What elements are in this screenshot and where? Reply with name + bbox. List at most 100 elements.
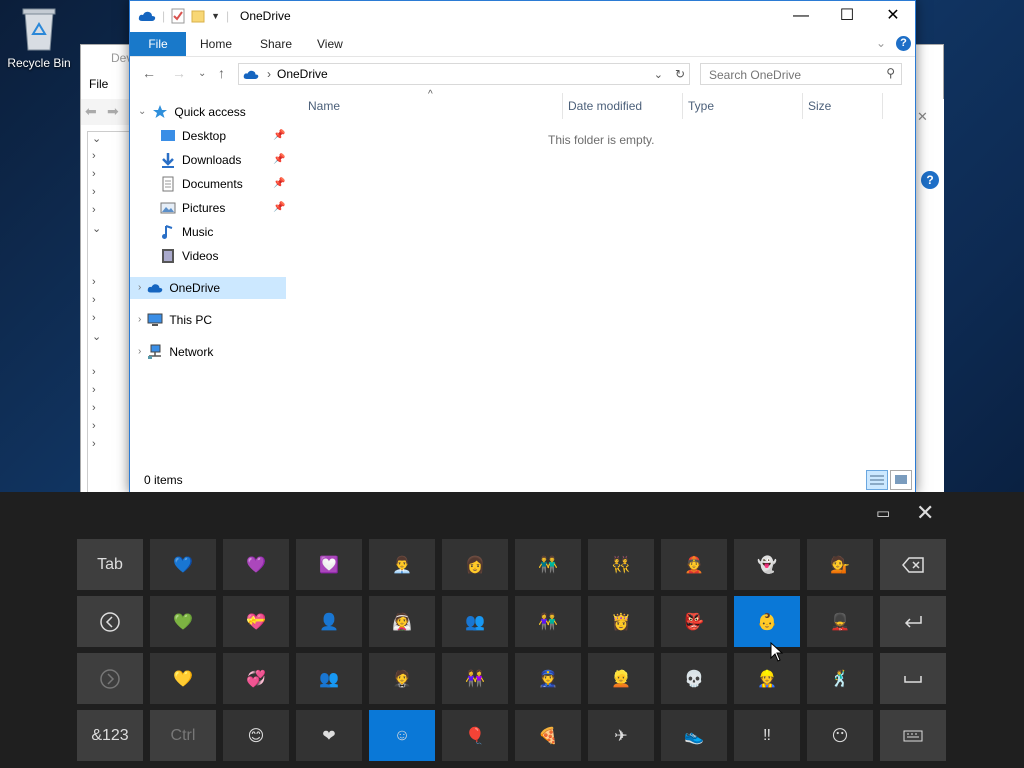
back-button[interactable]: ← bbox=[142, 65, 156, 81]
emoji-key[interactable]: 👰 bbox=[369, 596, 435, 647]
search-icon[interactable]: ⚲ bbox=[886, 66, 895, 80]
emoji-key[interactable]: 👷 bbox=[734, 653, 800, 704]
emoji-key[interactable]: 💙 bbox=[150, 539, 216, 590]
emoji-key[interactable]: 👯 bbox=[588, 539, 654, 590]
emoji-key[interactable]: 💂 bbox=[807, 596, 873, 647]
expand-ribbon-icon[interactable]: ⌄ bbox=[876, 36, 886, 50]
tab-home[interactable]: Home bbox=[200, 32, 232, 56]
column-size[interactable]: Size bbox=[808, 95, 831, 117]
customize-quick-access-icon[interactable]: ▼ bbox=[211, 11, 220, 21]
forward-arrow-icon[interactable]: ➡ bbox=[107, 103, 119, 120]
column-date-modified[interactable]: Date modified bbox=[568, 95, 642, 117]
recycle-bin-shortcut[interactable]: Recycle Bin bbox=[6, 6, 72, 70]
emoji-key[interactable]: 👱 bbox=[588, 653, 654, 704]
backspace-key[interactable] bbox=[880, 539, 946, 590]
emoji-key[interactable]: 👫 bbox=[515, 596, 581, 647]
emoji-key[interactable]: 👥 bbox=[296, 653, 362, 704]
tree-expand-icon[interactable]: › bbox=[88, 294, 132, 312]
tree-expand-icon[interactable]: › bbox=[88, 186, 132, 204]
emoji-key[interactable]: 💞 bbox=[223, 653, 289, 704]
emoji-category-smileys[interactable]: 😊 bbox=[223, 710, 289, 761]
nav-onedrive[interactable]: › OneDrive bbox=[130, 277, 286, 299]
keyboard-layout-key[interactable] bbox=[880, 710, 946, 761]
pin-icon[interactable]: 📌 bbox=[273, 154, 285, 165]
ctrl-key[interactable]: Ctrl bbox=[150, 710, 216, 761]
tree-expand-icon[interactable]: › bbox=[88, 168, 132, 186]
nav-this-pc[interactable]: › This PC bbox=[130, 309, 286, 331]
forward-button[interactable]: → bbox=[172, 65, 186, 81]
expand-icon[interactable]: › bbox=[138, 309, 141, 331]
breadcrumb-onedrive[interactable]: OneDrive bbox=[277, 67, 328, 81]
emoji-key[interactable]: 👮 bbox=[515, 653, 581, 704]
nav-music[interactable]: Music bbox=[160, 221, 213, 243]
new-folder-icon[interactable] bbox=[191, 9, 205, 23]
tree-expand-icon[interactable]: › bbox=[88, 150, 132, 168]
nav-videos[interactable]: Videos bbox=[160, 245, 218, 267]
pin-icon[interactable]: 📌 bbox=[273, 130, 285, 141]
close-button[interactable]: ✕ bbox=[870, 1, 916, 31]
minimize-button[interactable]: — bbox=[778, 1, 824, 31]
emoji-key[interactable]: 💚 bbox=[150, 596, 216, 647]
emoji-key[interactable]: 👺 bbox=[661, 596, 727, 647]
tree-expand-icon[interactable]: ⌄ bbox=[88, 330, 132, 348]
refresh-icon[interactable]: ↻ bbox=[675, 67, 685, 81]
search-input[interactable] bbox=[707, 67, 871, 83]
tree-expand-icon[interactable]: › bbox=[88, 276, 132, 294]
emoji-key[interactable]: 👤 bbox=[296, 596, 362, 647]
emoji-key[interactable]: 👭 bbox=[442, 653, 508, 704]
nav-documents[interactable]: Documents bbox=[160, 173, 243, 195]
emoji-category-travel[interactable]: ✈ bbox=[588, 710, 654, 761]
pin-icon[interactable]: 📌 bbox=[273, 202, 285, 213]
help-icon[interactable]: ? bbox=[921, 171, 939, 189]
tree-expand-icon[interactable]: ⌄ bbox=[88, 132, 132, 150]
title-bar[interactable]: | ▼ | OneDrive — ☐ ✕ bbox=[130, 1, 915, 31]
tree-expand-icon[interactable]: › bbox=[88, 384, 132, 402]
details-view-button[interactable] bbox=[866, 470, 888, 490]
pin-icon[interactable]: 📌 bbox=[273, 178, 285, 189]
up-button[interactable]: ↑ bbox=[218, 65, 225, 81]
space-key[interactable] bbox=[880, 653, 946, 704]
emoji-key[interactable]: 👩 bbox=[442, 539, 508, 590]
tab-file[interactable]: File bbox=[130, 32, 186, 56]
back-arrow-icon[interactable]: ⬅ bbox=[85, 103, 97, 120]
nav-network[interactable]: › Network bbox=[130, 341, 286, 363]
tab-key[interactable]: Tab bbox=[77, 539, 143, 590]
expand-icon[interactable]: › bbox=[138, 277, 141, 299]
emoji-key[interactable]: 💛 bbox=[150, 653, 216, 704]
breadcrumb-separator-icon[interactable]: › bbox=[267, 67, 271, 81]
search-box[interactable]: ⚲ bbox=[700, 63, 902, 85]
emoji-key[interactable]: 👥 bbox=[442, 596, 508, 647]
emoji-category-emoticons[interactable]: 😶 bbox=[807, 710, 873, 761]
emoji-category-symbols[interactable]: ‼ bbox=[734, 710, 800, 761]
symbols-key[interactable]: &123 bbox=[77, 710, 143, 761]
tab-share[interactable]: Share bbox=[260, 32, 292, 56]
emoji-key[interactable]: 💝 bbox=[223, 596, 289, 647]
column-type[interactable]: Type bbox=[688, 95, 714, 117]
tree-expand-icon[interactable]: › bbox=[88, 204, 132, 222]
nav-downloads[interactable]: Downloads bbox=[160, 149, 241, 171]
emoji-category-celebration[interactable]: 🎈 bbox=[442, 710, 508, 761]
tree-expand-icon[interactable]: › bbox=[88, 402, 132, 420]
tree-expand-icon[interactable]: ⌄ bbox=[88, 222, 132, 240]
emoji-key[interactable]: 💁 bbox=[807, 539, 873, 590]
maximize-button[interactable]: ☐ bbox=[824, 1, 870, 31]
recent-locations-button[interactable]: ⌄ bbox=[198, 68, 206, 79]
address-dropdown-icon[interactable]: ⌄ bbox=[654, 68, 663, 81]
nav-desktop[interactable]: Desktop bbox=[160, 125, 226, 147]
enter-key[interactable] bbox=[880, 596, 946, 647]
previous-page-key[interactable] bbox=[77, 596, 143, 647]
emoji-category-hearts[interactable]: ❤ bbox=[296, 710, 362, 761]
emoji-key[interactable]: 🤵 bbox=[369, 653, 435, 704]
tree-expand-icon[interactable]: › bbox=[88, 312, 132, 330]
emoji-key[interactable]: 👸 bbox=[588, 596, 654, 647]
emoji-key[interactable]: 🕺 bbox=[807, 653, 873, 704]
emoji-category-food[interactable]: 🍕 bbox=[515, 710, 581, 761]
collapse-icon[interactable]: ⌄ bbox=[138, 101, 146, 123]
address-bar[interactable]: › OneDrive ⌄ ↻ bbox=[238, 63, 690, 85]
emoji-key[interactable]: 💀 bbox=[661, 653, 727, 704]
tree-expand-icon[interactable]: › bbox=[88, 366, 132, 384]
close-icon[interactable]: ✕ bbox=[917, 109, 928, 125]
help-icon[interactable]: ? bbox=[896, 36, 911, 51]
nav-quick-access[interactable]: ⌄ Quick access bbox=[130, 101, 286, 123]
emoji-key[interactable]: 👻 bbox=[734, 539, 800, 590]
